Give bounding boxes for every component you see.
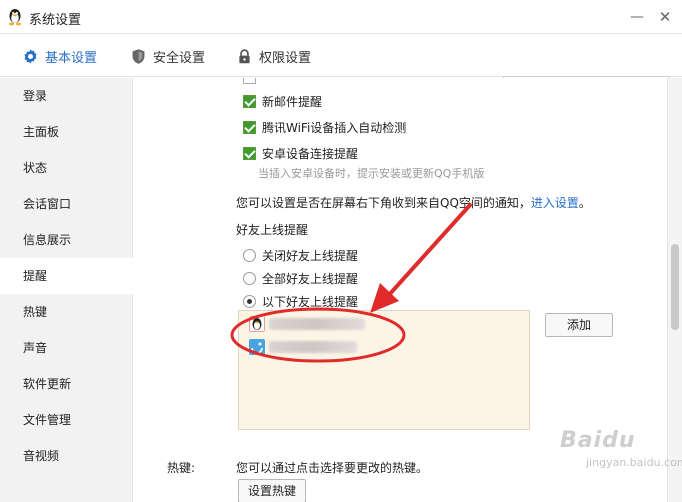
sidebar-item-main-panel[interactable]: 主面板 [0, 114, 133, 150]
radio-disable-friend-online[interactable]: 关闭好友上线提醒 [243, 247, 358, 264]
tab-security-settings[interactable]: 安全设置 [130, 35, 205, 77]
radio-selected-friends-online[interactable]: 以下好友上线提醒 [243, 293, 358, 310]
lock-icon [239, 48, 250, 63]
watermark-subtitle: jingyan.baidu.com [586, 456, 682, 469]
qzone-notice-text: 您可以设置是否在屏幕右下角收到来自QQ空间的通知， [236, 196, 531, 210]
scrollbar-thumb[interactable] [671, 244, 679, 330]
add-friend-button[interactable]: 添加 [545, 313, 613, 337]
qzone-notice: 您可以设置是否在屏幕右下角收到来自QQ空间的通知，进入设置。 [236, 194, 591, 211]
blurred-friend-name [269, 318, 365, 330]
cutoff-checkbox-row [243, 78, 262, 84]
checkbox-label: 安卓设备连接提醒 [262, 147, 359, 161]
hotkey-description: 您可以通过点击选择要更改的热键。 [236, 461, 429, 475]
minimize-button[interactable]: — [628, 8, 646, 26]
checkbox-label: 腾讯WiFi设备插入自动检测 [262, 121, 407, 135]
scrollbar[interactable] [667, 78, 682, 502]
checkbox-new-mail[interactable]: 新邮件提醒 [243, 93, 322, 110]
close-button[interactable]: ✕ [656, 8, 674, 26]
sidebar-item-chat-window[interactable]: 会话窗口 [0, 186, 133, 222]
tab-basic-settings[interactable]: 基本设置 [22, 35, 97, 77]
radio-label: 关闭好友上线提醒 [262, 249, 359, 263]
qq-penguin-icon [9, 9, 21, 26]
avatar [249, 316, 265, 332]
qzone-settings-link[interactable]: 进入设置 [531, 196, 579, 210]
checkbox-wifi-detect[interactable]: 腾讯WiFi设备插入自动检测 [243, 119, 406, 136]
radio-button[interactable] [243, 295, 256, 308]
sidebar-item-reminders[interactable]: 提醒 [0, 258, 133, 294]
sidebar-item-sound[interactable]: 声音 [0, 330, 133, 366]
top-navigation: 基本设置 安全设置 权限设置 [0, 35, 682, 102]
friend-list[interactable] [238, 310, 530, 430]
tab-permission-settings-label: 权限设置 [259, 50, 312, 66]
shield-icon [132, 48, 145, 64]
blurred-friend-name [269, 341, 357, 353]
radio-button[interactable] [243, 272, 256, 285]
checkbox-label: 新邮件提醒 [262, 95, 323, 109]
checkbox[interactable] [243, 95, 256, 108]
android-hint: 当插入安卓设备时，提示安装或更新QQ手机版 [258, 167, 485, 180]
checkbox[interactable] [243, 121, 256, 134]
radio-all-friends-online[interactable]: 全部好友上线提醒 [243, 270, 358, 287]
sidebar: 登录 主面板 状态 会话窗口 信息展示 提醒 热键 声音 软件更新 文件管理 音… [0, 78, 133, 502]
radio-label: 以下好友上线提醒 [262, 295, 359, 309]
title-bar: 系统设置 — ✕ [0, 0, 682, 34]
sidebar-item-software-update[interactable]: 软件更新 [0, 366, 133, 402]
sidebar-item-status[interactable]: 状态 [0, 150, 133, 186]
radio-label: 全部好友上线提醒 [262, 272, 359, 286]
hotkey-label: 热键: [167, 461, 196, 475]
qzone-notice-end: 。 [578, 196, 591, 210]
friend-online-label: 好友上线提醒 [236, 223, 309, 237]
radio-button[interactable] [243, 249, 256, 262]
sidebar-item-file-management[interactable]: 文件管理 [0, 402, 133, 438]
avatar [249, 339, 265, 355]
gear-icon [24, 48, 37, 64]
checkbox-android-connect[interactable]: 安卓设备连接提醒 [243, 145, 358, 162]
tab-permission-settings[interactable]: 权限设置 [236, 35, 311, 77]
watermark-logo: Baidu [560, 428, 636, 453]
checkbox[interactable] [243, 78, 256, 84]
checkbox[interactable] [243, 147, 256, 160]
sidebar-item-login[interactable]: 登录 [0, 78, 133, 114]
sidebar-item-info-display[interactable]: 信息展示 [0, 222, 133, 258]
friend-item[interactable] [249, 338, 357, 356]
sidebar-item-audio-video[interactable]: 音视频 [0, 438, 133, 474]
set-hotkey-button[interactable]: 设置热键 [238, 479, 306, 502]
sidebar-item-hotkeys[interactable]: 热键 [0, 294, 133, 330]
tab-security-settings-label: 安全设置 [153, 50, 206, 66]
friend-item[interactable] [249, 315, 365, 333]
baidu-watermark: Baidu jingyan.baidu.com [560, 428, 682, 469]
window-title: 系统设置 [29, 13, 82, 28]
tab-basic-settings-label: 基本设置 [45, 50, 98, 66]
